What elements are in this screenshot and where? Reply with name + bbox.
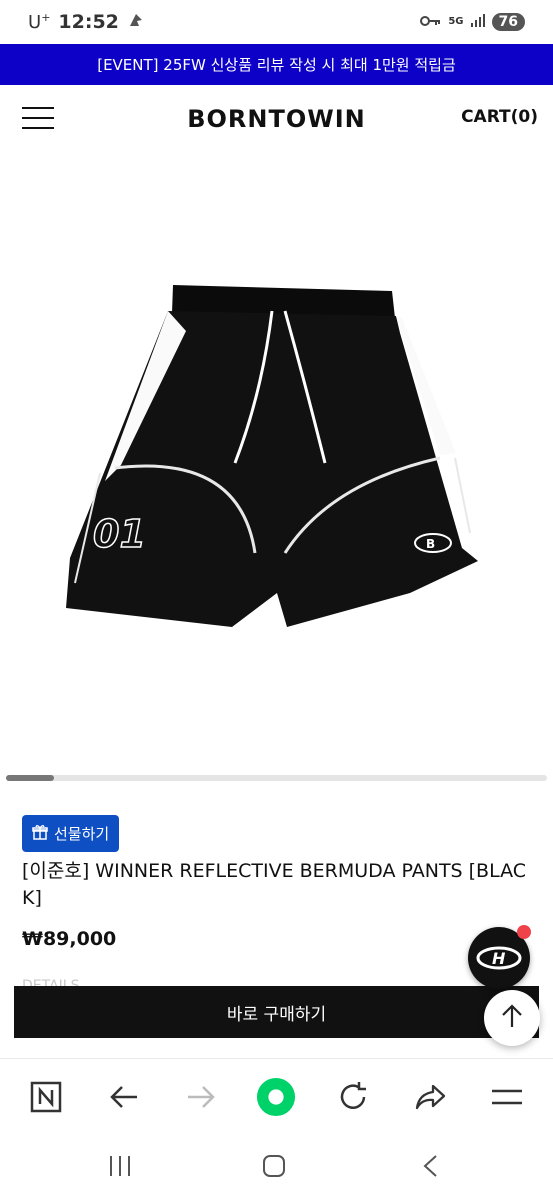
product-price: ₩89,000 bbox=[22, 928, 117, 950]
svg-text:B: B bbox=[426, 537, 435, 551]
product-title: [이준호] WINNER REFLECTIVE BERMUDA PANTS [B… bbox=[22, 860, 527, 909]
key-icon bbox=[420, 11, 442, 33]
home-icon[interactable] bbox=[254, 1148, 294, 1184]
gift-button-label: 선물하기 bbox=[54, 825, 110, 843]
shorts-number-print: 01 bbox=[93, 512, 146, 556]
scroll-top-button[interactable] bbox=[484, 990, 540, 1046]
status-bar: U+ 12:52 5G 76 bbox=[0, 0, 553, 44]
system-navigation bbox=[0, 1134, 553, 1200]
share-icon[interactable] bbox=[410, 1077, 450, 1117]
buy-now-button[interactable]: 바로 구매하기 bbox=[14, 986, 539, 1038]
image-scroll-track[interactable] bbox=[6, 775, 547, 781]
site-header: BORNTOWIN CART(0) bbox=[0, 85, 553, 153]
n-icon[interactable] bbox=[26, 1077, 66, 1117]
arrow-up-icon bbox=[500, 1003, 524, 1033]
cart-link[interactable]: CART(0) bbox=[461, 107, 538, 127]
status-time: 12:52 bbox=[58, 11, 119, 33]
back-icon[interactable] bbox=[410, 1148, 450, 1184]
signal-icon bbox=[470, 11, 486, 33]
browser-toolbar bbox=[0, 1058, 553, 1134]
image-scroll-thumb[interactable] bbox=[6, 775, 54, 781]
gift-button[interactable]: 선물하기 bbox=[22, 815, 120, 852]
network-type: 5G bbox=[448, 16, 464, 27]
back-arrow-icon[interactable] bbox=[104, 1077, 144, 1117]
battery-level: 76 bbox=[491, 13, 525, 31]
app-notification-icon bbox=[127, 11, 145, 34]
svg-text:H: H bbox=[492, 949, 506, 968]
notification-dot bbox=[517, 925, 531, 939]
carrier: U+ bbox=[28, 11, 51, 33]
recents-icon[interactable] bbox=[100, 1148, 140, 1184]
home-dot-icon[interactable] bbox=[256, 1077, 296, 1117]
menu-icon[interactable] bbox=[487, 1077, 527, 1117]
event-banner[interactable]: [EVENT] 25FW 신상품 리뷰 작성 시 최대 1만원 적립금 bbox=[0, 44, 553, 85]
forward-arrow-icon[interactable] bbox=[181, 1077, 221, 1117]
gift-icon bbox=[32, 824, 48, 844]
product-image[interactable]: 01 B bbox=[0, 153, 553, 768]
reload-icon[interactable] bbox=[333, 1077, 373, 1117]
